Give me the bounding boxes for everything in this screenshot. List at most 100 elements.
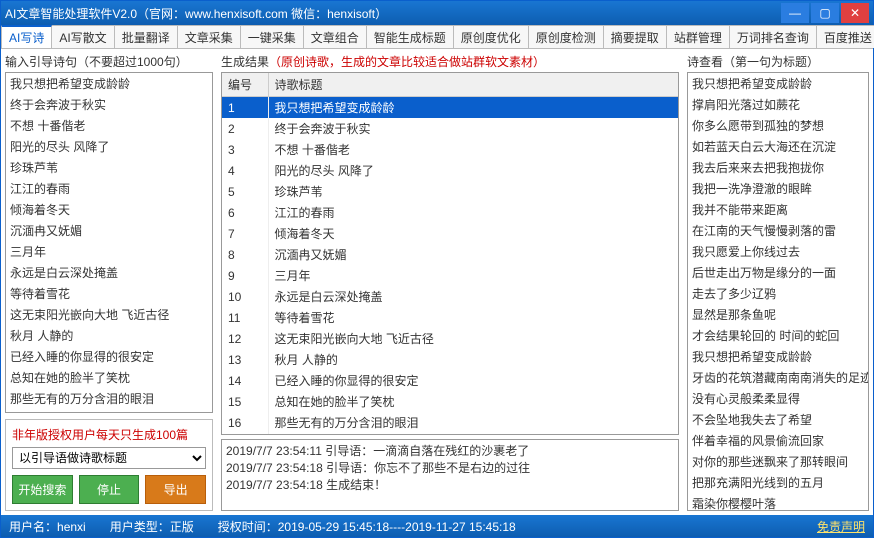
disclaimer-link[interactable]: 免责声明 xyxy=(817,518,865,535)
tab-10[interactable]: 站群管理 xyxy=(666,25,730,48)
list-item[interactable]: 一滴滴自落在残红的沙裹老了 xyxy=(6,409,212,413)
right-column: 诗查看（第一句为标题） 我只想把希望变成龄龄撑肩阳光落过如蕨花你多么愿带到孤独的… xyxy=(683,49,873,515)
list-item[interactable]: 不会坠地我失去了希望 xyxy=(688,409,868,430)
list-item[interactable]: 我把一洗净澄澈的眼眸 xyxy=(688,178,868,199)
list-item[interactable]: 我只愿爱上你线过去 xyxy=(688,241,868,262)
list-item[interactable]: 珍珠芦苇 xyxy=(6,157,212,178)
list-item[interactable]: 永远是白云深处掩盖 xyxy=(6,262,212,283)
list-item[interactable]: 江江的春雨 xyxy=(6,178,212,199)
tab-6[interactable]: 智能生成标题 xyxy=(366,25,454,48)
table-row[interactable]: 1我只想把希望变成龄龄 xyxy=(222,97,678,119)
middle-column: 生成结果（原创诗歌，生成的文章比较适合做站群软文素材） 编号 诗歌标题 1我只想… xyxy=(217,49,683,515)
title-mode-select[interactable]: 以引导语做诗歌标题 xyxy=(12,447,206,469)
title-url[interactable]: www.henxisoft.com xyxy=(185,7,288,21)
list-item[interactable]: 伴着幸福的风景偷流回家 xyxy=(688,430,868,451)
list-item[interactable]: 等待着雪花 xyxy=(6,283,212,304)
tab-5[interactable]: 文章组合 xyxy=(303,25,367,48)
search-button[interactable]: 开始搜索 xyxy=(12,475,73,504)
list-item[interactable]: 对你的那些迷飘来了那转眼间 xyxy=(688,451,868,472)
list-item[interactable]: 霜染你樱樱叶落 xyxy=(688,493,868,511)
list-item[interactable]: 你多么愿带到孤独的梦想 xyxy=(688,115,868,136)
table-row[interactable]: 2终于会奔波于秋实 xyxy=(222,118,678,139)
list-item[interactable]: 我只想把希望变成龄龄 xyxy=(6,73,212,94)
window-buttons: — ▢ ✕ xyxy=(781,3,869,23)
tab-3[interactable]: 文章采集 xyxy=(177,25,241,48)
minimize-button[interactable]: — xyxy=(781,3,809,23)
status-auth: 授权时间：2019-05-29 15:45:18----2019-11-27 1… xyxy=(218,518,516,535)
tab-4[interactable]: 一键采集 xyxy=(240,25,304,48)
list-item[interactable]: 如若蓝天白云大海还在沉淀 xyxy=(688,136,868,157)
list-item[interactable]: 我只想把希望变成龄龄 xyxy=(688,346,868,367)
preview-label: 诗查看（第一句为标题） xyxy=(687,53,869,70)
status-type: 用户类型：正版 xyxy=(110,518,194,535)
list-item[interactable]: 阳光的尽头 风降了 xyxy=(6,136,212,157)
table-row[interactable]: 16那些无有的万分含泪的眼泪 xyxy=(222,412,678,433)
list-item[interactable]: 总知在她的脸半了笑枕 xyxy=(6,367,212,388)
preview-listbox[interactable]: 我只想把希望变成龄龄撑肩阳光落过如蕨花你多么愿带到孤独的梦想如若蓝天白云大海还在… xyxy=(687,72,869,511)
table-row[interactable]: 6江江的春雨 xyxy=(222,202,678,223)
log-line: 2019/7/7 23:54:11 引导语：一滴滴自落在残红的沙裹老了 xyxy=(226,442,674,459)
result-table-wrap[interactable]: 编号 诗歌标题 1我只想把希望变成龄龄2终于会奔波于秋实3不想 十番偕老4阳光的… xyxy=(221,72,679,435)
list-item[interactable]: 我只想把希望变成龄龄 xyxy=(688,73,868,94)
list-item[interactable]: 这无束阳光嵌向大地 飞近古径 xyxy=(6,304,212,325)
main-area: 输入引导诗句（不要超过1000句） 我只想把希望变成龄龄终于会奔波于秋实不想 十… xyxy=(1,49,873,515)
list-item[interactable]: 已经入睡的你显得的很安定 xyxy=(6,346,212,367)
tab-7[interactable]: 原创度优化 xyxy=(453,25,529,48)
result-table: 编号 诗歌标题 1我只想把希望变成龄龄2终于会奔波于秋实3不想 十番偕老4阳光的… xyxy=(222,73,678,435)
list-item[interactable]: 倾海着冬天 xyxy=(6,199,212,220)
table-row[interactable]: 3不想 十番偕老 xyxy=(222,139,678,160)
export-button[interactable]: 导出 xyxy=(145,475,206,504)
tab-11[interactable]: 万词排名查询 xyxy=(729,25,817,48)
stop-button[interactable]: 停止 xyxy=(79,475,140,504)
list-item[interactable]: 我去后来来去把我抱拢你 xyxy=(688,157,868,178)
list-item[interactable]: 不想 十番偕老 xyxy=(6,115,212,136)
tab-1[interactable]: AI写散文 xyxy=(51,25,114,48)
list-item[interactable]: 终于会奔波于秋实 xyxy=(6,94,212,115)
title-prefix: AI文章智能处理软件V2.0（官网： xyxy=(5,7,185,21)
close-button[interactable]: ✕ xyxy=(841,3,869,23)
table-row[interactable]: 4阳光的尽头 风降了 xyxy=(222,160,678,181)
list-item[interactable]: 没有心灵般柔柔显得 xyxy=(688,388,868,409)
list-item[interactable]: 才会结果轮回的 时间的蛇回 xyxy=(688,325,868,346)
result-label-black: 生成结果 xyxy=(221,55,269,69)
button-row: 开始搜索 停止 导出 xyxy=(12,475,206,504)
list-item[interactable]: 后世走出万物是缘分的一面 xyxy=(688,262,868,283)
tab-2[interactable]: 批量翻译 xyxy=(114,25,178,48)
table-row[interactable]: 13秋月 人静的 xyxy=(222,349,678,370)
list-item[interactable]: 显然是那条鱼呢 xyxy=(688,304,868,325)
maximize-button[interactable]: ▢ xyxy=(811,3,839,23)
tab-8[interactable]: 原创度检测 xyxy=(528,25,604,48)
table-row[interactable]: 12这无束阳光嵌向大地 飞近古径 xyxy=(222,328,678,349)
log-line: 2019/7/7 23:54:18 生成结束！ xyxy=(226,476,674,493)
limit-box: 非年版授权用户每天只生成100篇 以引导语做诗歌标题 开始搜索 停止 导出 xyxy=(5,419,213,511)
table-row[interactable]: 14已经入睡的你显得的很安定 xyxy=(222,370,678,391)
list-item[interactable]: 走去了多少辽鸦 xyxy=(688,283,868,304)
statusbar: 用户名：henxi 用户类型：正版 授权时间：2019-05-29 15:45:… xyxy=(1,515,873,537)
table-row[interactable]: 9三月年 xyxy=(222,265,678,286)
input-listbox[interactable]: 我只想把希望变成龄龄终于会奔波于秋实不想 十番偕老阳光的尽头 风降了珍珠芦苇江江… xyxy=(5,72,213,413)
list-item[interactable]: 三月年 xyxy=(6,241,212,262)
col-number[interactable]: 编号 xyxy=(222,73,268,97)
list-item[interactable]: 牙齿的花筑潜藏南南南消失的足迹 xyxy=(688,367,868,388)
list-item[interactable]: 在江南的天气慢慢剥落的雷 xyxy=(688,220,868,241)
col-title[interactable]: 诗歌标题 xyxy=(268,73,678,97)
log-box[interactable]: 2019/7/7 23:54:11 引导语：一滴滴自落在残红的沙裹老了2019/… xyxy=(221,439,679,511)
table-row[interactable]: 8沉湎冉又妩媚 xyxy=(222,244,678,265)
tab-12[interactable]: 百度推送 xyxy=(816,25,874,48)
table-row[interactable]: 10永远是白云深处掩盖 xyxy=(222,286,678,307)
log-line: 2019/7/7 23:54:18 引导语：你忘不了那些不是右边的过往 xyxy=(226,459,674,476)
list-item[interactable]: 秋月 人静的 xyxy=(6,325,212,346)
table-row[interactable]: 7倾海着冬天 xyxy=(222,223,678,244)
list-item[interactable]: 把那充满阳光线到的五月 xyxy=(688,472,868,493)
table-row[interactable]: 15总知在她的脸半了笑枕 xyxy=(222,391,678,412)
titlebar-text: AI文章智能处理软件V2.0（官网：www.henxisoft.com 微信：h… xyxy=(5,5,781,22)
list-item[interactable]: 我并不能带来距离 xyxy=(688,199,868,220)
table-row[interactable]: 5珍珠芦苇 xyxy=(222,181,678,202)
list-item[interactable]: 沉湎冉又妩媚 xyxy=(6,220,212,241)
tab-9[interactable]: 摘要提取 xyxy=(603,25,667,48)
table-row[interactable]: 17一滴滴自落在残红的沙裹老了 xyxy=(222,433,678,435)
list-item[interactable]: 撑肩阳光落过如蕨花 xyxy=(688,94,868,115)
list-item[interactable]: 那些无有的万分含泪的眼泪 xyxy=(6,388,212,409)
table-row[interactable]: 11等待着雪花 xyxy=(222,307,678,328)
tab-0[interactable]: AI写诗 xyxy=(1,25,52,48)
